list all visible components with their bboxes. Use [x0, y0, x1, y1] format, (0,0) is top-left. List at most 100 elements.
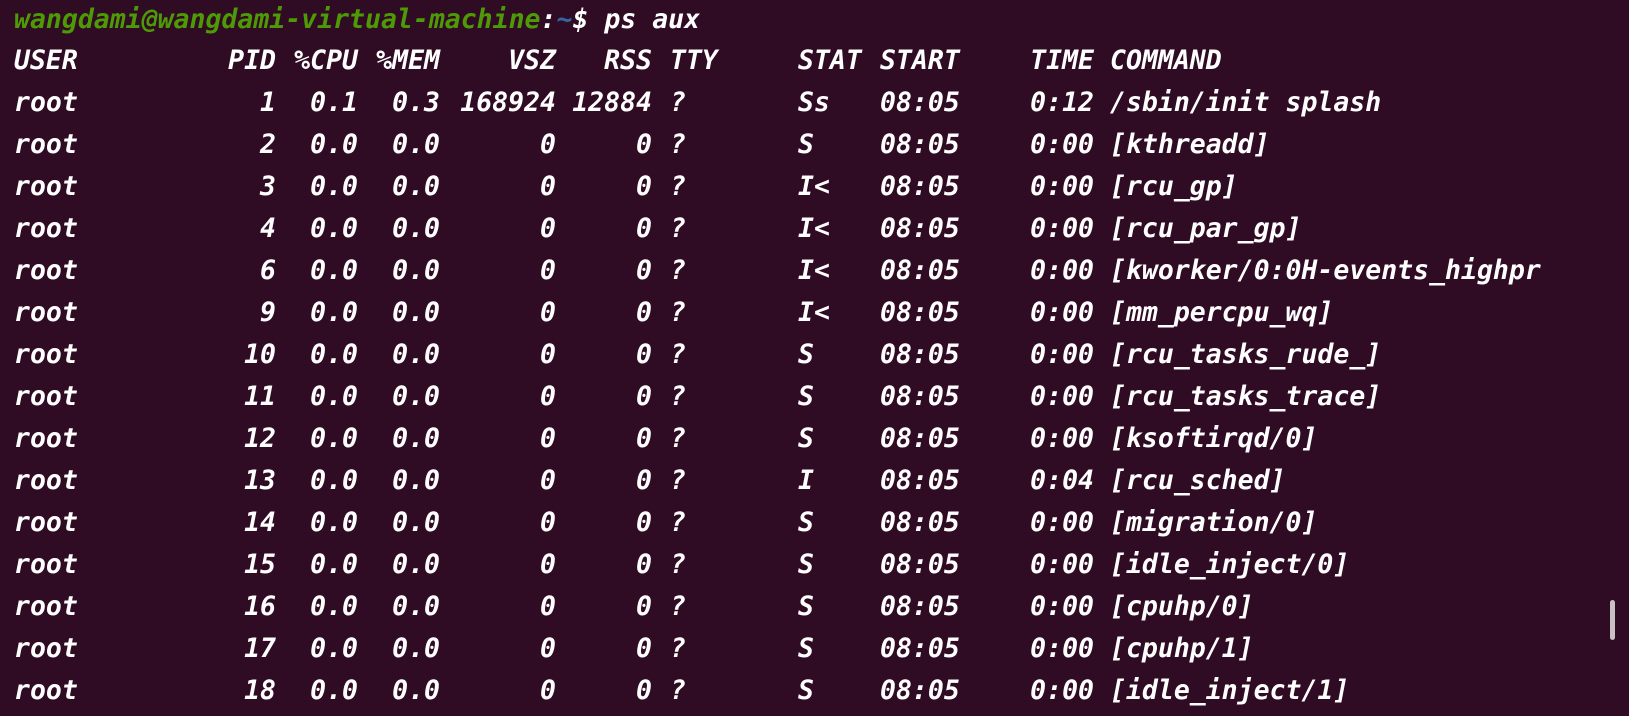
- cell-pid: 16: [244, 591, 276, 622]
- cell-vsz: 0: [540, 549, 556, 580]
- cell-time: 0:12: [1030, 87, 1094, 118]
- terminal-window[interactable]: wangdami@wangdami-virtual-machine: ~ $ ps …: [0, 0, 1629, 716]
- table-row: root 11 0.0 0.0 0 0? S 08:05 0:00 [rcu_tasks_trac…: [14, 376, 1629, 418]
- cell-vsz: 168924: [460, 87, 556, 118]
- header-start: START: [880, 45, 960, 76]
- cell-command: [rcu_sched]: [1110, 465, 1286, 496]
- cell-rss: 0: [636, 171, 652, 202]
- cell-start: 08:05: [880, 129, 960, 160]
- cell-mem: 0.0: [392, 675, 440, 706]
- scrollbar-thumb[interactable]: [1610, 600, 1615, 640]
- cell-tty: ?: [670, 213, 686, 244]
- cell-user: root: [14, 255, 78, 286]
- cell-start: 08:05: [880, 381, 960, 412]
- table-header-row: USER PID %CPU %MEM VSZ RSS TTY STAT START TIME COM…: [14, 40, 1629, 82]
- cell-time: 0:00: [1030, 339, 1094, 370]
- cell-user: root: [14, 87, 78, 118]
- cell-command: [migration/0]: [1110, 507, 1318, 538]
- cell-stat: I<: [798, 297, 830, 328]
- header-pid: PID: [228, 45, 276, 76]
- cell-command: [rcu_tasks_trace]: [1110, 381, 1382, 412]
- cell-stat: I<: [798, 171, 830, 202]
- cell-time: 0:00: [1030, 507, 1094, 538]
- cell-time: 0:04: [1030, 465, 1094, 496]
- table-row: root 10 0.0 0.0 0 0? S 08:05 0:00 [rcu_tasks_rude…: [14, 334, 1629, 376]
- cell-mem: 0.0: [392, 549, 440, 580]
- cell-rss: 12884: [572, 87, 652, 118]
- cell-command: [cpuhp/0]: [1110, 591, 1254, 622]
- cell-start: 08:05: [880, 171, 960, 202]
- header-user: USER: [14, 45, 78, 76]
- cell-cpu: 0.0: [310, 675, 358, 706]
- cell-stat: S: [798, 381, 814, 412]
- cell-start: 08:05: [880, 87, 960, 118]
- cell-start: 08:05: [880, 213, 960, 244]
- cell-stat: S: [798, 633, 814, 664]
- cell-mem: 0.0: [392, 129, 440, 160]
- cell-vsz: 0: [540, 129, 556, 160]
- cell-vsz: 0: [540, 465, 556, 496]
- cell-vsz: 0: [540, 591, 556, 622]
- cell-stat: I<: [798, 255, 830, 286]
- cell-stat: S: [798, 423, 814, 454]
- cell-tty: ?: [670, 465, 686, 496]
- cell-tty: ?: [670, 171, 686, 202]
- cell-start: 08:05: [880, 591, 960, 622]
- cell-tty: ?: [670, 549, 686, 580]
- header-time: TIME: [1030, 45, 1094, 76]
- cell-rss: 0: [636, 507, 652, 538]
- table-row: root 4 0.0 0.0 0 0? I< 08:05 0:00 [rcu_par_gp]: [14, 208, 1629, 250]
- cell-start: 08:05: [880, 549, 960, 580]
- cell-pid: 9: [260, 297, 276, 328]
- cell-pid: 12: [244, 423, 276, 454]
- cell-tty: ?: [670, 591, 686, 622]
- cell-time: 0:00: [1030, 297, 1094, 328]
- header-vsz: VSZ: [508, 45, 556, 76]
- cell-stat: I: [798, 465, 814, 496]
- cell-vsz: 0: [540, 171, 556, 202]
- cell-tty: ?: [670, 255, 686, 286]
- cell-cpu: 0.0: [310, 507, 358, 538]
- header-rss: RSS: [604, 45, 652, 76]
- cell-tty: ?: [670, 129, 686, 160]
- header-command: COMMAND: [1110, 45, 1222, 76]
- header-stat: STAT: [798, 45, 862, 76]
- cell-rss: 0: [636, 297, 652, 328]
- table-row: root 16 0.0 0.0 0 0? S 08:05 0:00 [cpuhp/0]: [14, 586, 1629, 628]
- cell-user: root: [14, 171, 78, 202]
- cell-command: [mm_percpu_wq]: [1110, 297, 1334, 328]
- cell-vsz: 0: [540, 213, 556, 244]
- header-tty: TTY: [670, 45, 718, 76]
- table-row: root 14 0.0 0.0 0 0? S 08:05 0:00 [migration/0]: [14, 502, 1629, 544]
- prompt-user-host: wangdami@wangdami-virtual-machine: [14, 4, 541, 35]
- cell-mem: 0.0: [392, 255, 440, 286]
- cell-cpu: 0.0: [310, 549, 358, 580]
- cell-command: [cpuhp/1]: [1110, 633, 1254, 664]
- cell-cpu: 0.0: [310, 465, 358, 496]
- table-row: root 2 0.0 0.0 0 0? S 08:05 0:00 [kthreadd]: [14, 124, 1629, 166]
- cell-mem: 0.0: [392, 297, 440, 328]
- cell-time: 0:00: [1030, 255, 1094, 286]
- cell-cpu: 0.0: [310, 297, 358, 328]
- prompt-colon: :: [540, 4, 557, 35]
- cell-tty: ?: [670, 507, 686, 538]
- cell-vsz: 0: [540, 339, 556, 370]
- cell-user: root: [14, 633, 78, 664]
- cell-mem: 0.0: [392, 633, 440, 664]
- cell-cpu: 0.0: [310, 129, 358, 160]
- cell-user: root: [14, 507, 78, 538]
- table-row: root 15 0.0 0.0 0 0? S 08:05 0:00 [idle_inject/0]: [14, 544, 1629, 586]
- cell-rss: 0: [636, 423, 652, 454]
- cell-rss: 0: [636, 465, 652, 496]
- cell-vsz: 0: [540, 507, 556, 538]
- cell-start: 08:05: [880, 255, 960, 286]
- header-mem: %MEM: [376, 45, 440, 76]
- cell-pid: 6: [260, 255, 276, 286]
- cell-command: [rcu_gp]: [1110, 171, 1238, 202]
- cell-command: [rcu_par_gp]: [1110, 213, 1302, 244]
- cell-command: [rcu_tasks_rude_]: [1110, 339, 1382, 370]
- cell-time: 0:00: [1030, 213, 1094, 244]
- cell-tty: ?: [670, 339, 686, 370]
- cell-mem: 0.0: [392, 213, 440, 244]
- cell-time: 0:00: [1030, 549, 1094, 580]
